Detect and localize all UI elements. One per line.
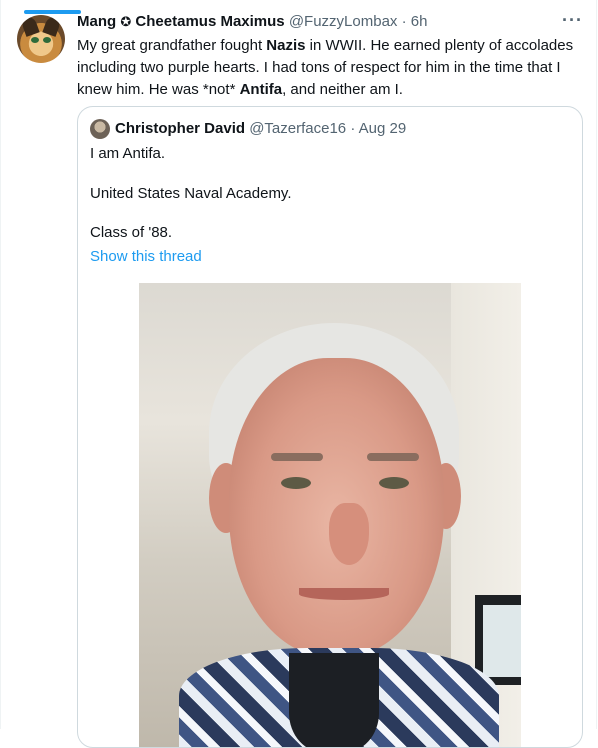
photo-eye-right: [379, 477, 409, 489]
tweet-time[interactable]: 6h: [411, 13, 428, 30]
quoted-photo[interactable]: [139, 283, 521, 747]
tweet-header: Mang ✪ Cheetamus Maximus @FuzzyLombax · …: [77, 12, 427, 32]
avatar-eye-left: [31, 37, 39, 43]
photo-monitor-screen: [483, 605, 521, 677]
photo-nose: [329, 503, 369, 565]
timeline-border-left: [0, 0, 1, 729]
tweet-text-part-1: My great grandfather fought: [77, 37, 267, 54]
quoted-separator-dot: ·: [350, 120, 356, 137]
tweet-text-antifa: Antifa: [239, 81, 283, 98]
tweet-text: My great grandfather fought Nazis in WWI…: [77, 35, 587, 101]
photo-mouth: [299, 588, 389, 600]
quoted-text-line: I am Antifa.: [90, 145, 166, 162]
avatar-eye-right: [43, 37, 51, 43]
quoted-avatar[interactable]: [90, 119, 110, 139]
quoted-author-name[interactable]: Christopher David: [115, 120, 245, 137]
tweet-text-part-5: , and neither am I.: [282, 81, 403, 98]
badge-icon: ✪: [120, 14, 132, 29]
author-display-name[interactable]: Cheetamus Maximus: [135, 13, 284, 30]
author-name[interactable]: Mang: [77, 13, 116, 30]
author-handle[interactable]: @FuzzyLombax: [289, 13, 398, 30]
separator-dot: ·: [401, 13, 407, 30]
avatar-ear-right: [42, 15, 62, 37]
photo-brow-right: [367, 453, 419, 461]
photo-eye-left: [281, 477, 311, 489]
more-horizontal-icon[interactable]: ···: [562, 10, 583, 31]
thread-accent-bar: [24, 10, 81, 14]
quoted-tweet-date[interactable]: Aug 29: [359, 120, 407, 137]
show-thread-link[interactable]: Show this thread: [90, 247, 202, 267]
quoted-tweet[interactable]: Christopher David @Tazerface16 · Aug 29 …: [77, 106, 583, 748]
photo-brow-left: [271, 453, 323, 461]
quoted-text-line: United States Naval Academy.: [90, 185, 292, 202]
timeline-border-right: [596, 0, 597, 729]
quoted-author-handle[interactable]: @Tazerface16: [249, 120, 346, 137]
photo-collar: [289, 653, 379, 747]
avatar[interactable]: [17, 15, 65, 63]
quoted-text-line: Class of '88.: [90, 224, 173, 241]
tweet-text-nazis: Nazis: [266, 37, 306, 54]
quoted-tweet-header: Christopher David @Tazerface16 · Aug 29: [115, 119, 406, 139]
avatar-ear-left: [20, 15, 40, 37]
